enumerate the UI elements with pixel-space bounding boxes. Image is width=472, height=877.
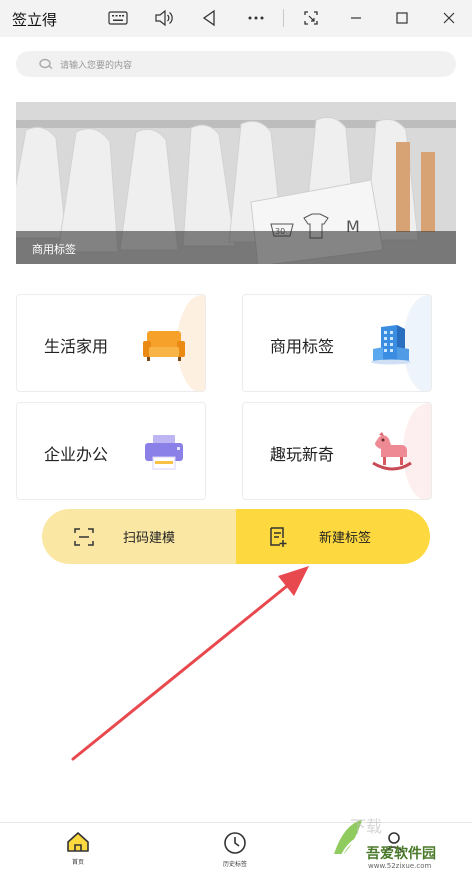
- banner-caption: 商用标签: [16, 231, 456, 264]
- nav-history[interactable]: 历史标签: [205, 831, 265, 868]
- more-button[interactable]: [241, 5, 271, 31]
- new-label-label: 新建标签: [319, 531, 372, 546]
- search-icon: [39, 58, 53, 70]
- keyboard-button[interactable]: [103, 5, 133, 31]
- scan-create-button[interactable]: 扫码建模: [42, 509, 236, 564]
- window-titlebar: 签立得: [0, 0, 472, 37]
- nav-history-label: 历史标签: [222, 861, 247, 868]
- sofa-icon: [143, 331, 185, 361]
- home-icon: [67, 832, 89, 852]
- category-card-office[interactable]: 企业办公: [16, 402, 206, 500]
- svg-text:下载: 下载: [350, 817, 382, 836]
- close-button[interactable]: [434, 5, 464, 31]
- category-card-commercial[interactable]: 商用标签: [242, 294, 432, 392]
- rocking-horse-icon: [372, 432, 412, 471]
- category-label: 商用标签: [270, 337, 335, 356]
- scan-icon: [74, 527, 94, 546]
- watermark-text: 吾爱软件园: [366, 846, 436, 862]
- screenshot-icon: [304, 11, 318, 25]
- minimize-icon: [351, 17, 361, 19]
- category-label: 生活家用: [44, 337, 109, 356]
- printer-icon: [145, 435, 183, 470]
- close-icon: [443, 12, 455, 24]
- action-bar: 扫码建模 新建标签: [42, 509, 430, 564]
- nav-home-label: 首页: [71, 859, 84, 866]
- clock-icon: [224, 832, 246, 854]
- maximize-icon: [396, 12, 408, 24]
- category-label: 趣玩新奇: [270, 445, 335, 464]
- category-label: 企业办公: [44, 445, 109, 464]
- watermark-url: www.52zixue.com: [368, 862, 432, 870]
- category-card-household[interactable]: 生活家用: [16, 294, 206, 392]
- titlebar-separator: [283, 9, 284, 27]
- back-triangle-icon: [202, 9, 215, 27]
- speaker-icon: [155, 9, 173, 27]
- volume-button[interactable]: [149, 5, 179, 31]
- category-card-novelty[interactable]: 趣玩新奇: [242, 402, 432, 500]
- maximize-button[interactable]: [387, 5, 417, 31]
- search-bar[interactable]: 请输入您要的内容: [16, 51, 456, 77]
- keyboard-icon: [108, 11, 128, 25]
- app-title: 签立得: [12, 11, 58, 29]
- back-button[interactable]: [194, 5, 224, 31]
- nav-home[interactable]: 首页: [48, 831, 108, 866]
- minimize-button[interactable]: [341, 5, 371, 31]
- new-document-icon: [270, 526, 287, 547]
- more-dots-icon: [248, 16, 264, 20]
- site-watermark: 下载 吾爱软件园 www.52zixue.com: [326, 810, 466, 872]
- new-label-button[interactable]: 新建标签: [236, 509, 430, 564]
- search-placeholder: 请输入您要的内容: [60, 60, 133, 71]
- scan-label: 扫码建模: [123, 531, 176, 546]
- screenshot-button[interactable]: [296, 5, 326, 31]
- banner-carousel[interactable]: 30 M 商用标签: [16, 102, 456, 264]
- building-icon: [371, 325, 411, 365]
